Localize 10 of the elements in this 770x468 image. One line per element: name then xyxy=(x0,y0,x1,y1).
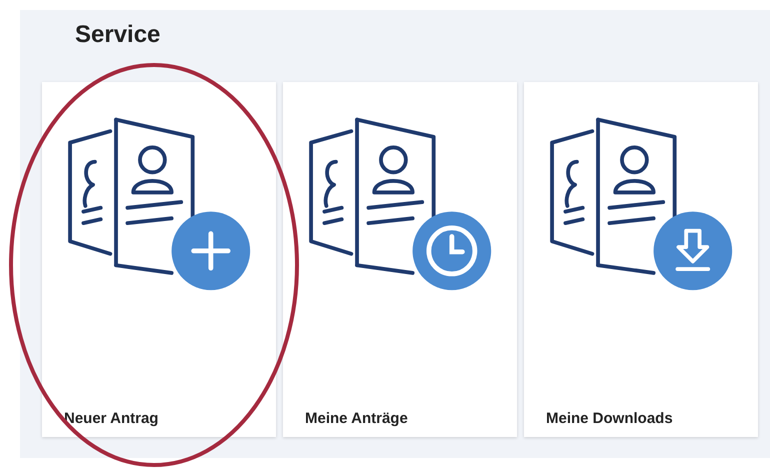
service-card[interactable]: Meine Downloads xyxy=(524,82,758,437)
clock-badge-icon xyxy=(412,212,492,290)
download-badge-icon xyxy=(654,212,732,290)
service-card[interactable]: Meine Anträge xyxy=(283,82,517,437)
card-label: Neuer Antrag xyxy=(64,410,158,427)
service-card[interactable]: Neuer Antrag xyxy=(42,82,276,437)
card-label: Meine Anträge xyxy=(305,410,408,427)
card-label: Meine Downloads xyxy=(546,410,673,427)
plus-badge-icon xyxy=(172,212,250,290)
section-title: Service xyxy=(75,20,160,50)
